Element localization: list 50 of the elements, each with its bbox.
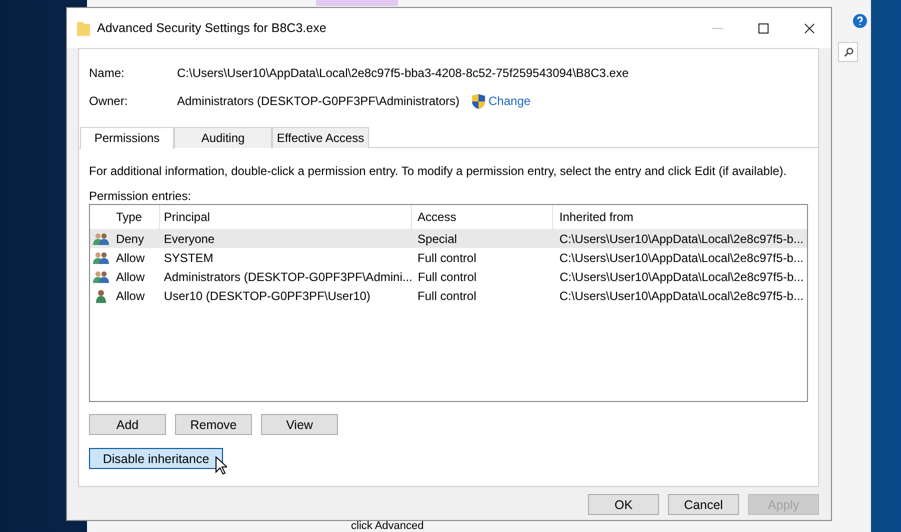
- info-text: For additional information, double-click a permission entry. To modify a permission entry, select the entry and click Edit (if available).: [89, 164, 788, 180]
- table-cell-text: Full control: [416, 250, 478, 264]
- name-label: Name:: [89, 66, 126, 80]
- table-cell-text: C:\Users\User10\AppData\Local\2e8c97f5-b...: [558, 288, 804, 302]
- window-title: Advanced Security Settings for B8C3.exe: [97, 21, 328, 35]
- permission-row[interactable]: Deny Everyone Special C:\Users\User10\AppData\Local\2e8c97f5-b...: [90, 229, 807, 248]
- table-cell-text: Allow: [114, 250, 146, 264]
- entry-button[interactable]: View: [261, 414, 338, 435]
- entries-label: Permission entries:: [89, 189, 192, 204]
- users-icon: [92, 270, 109, 284]
- shield-icon: [472, 94, 485, 108]
- table-cell-text: Administrators (DESKTOP-G0PF3PF\Admini...: [162, 270, 412, 284]
- name-value: C:\Users\User10\AppData\Local\2e8c97f5-bba3-4208-8c52-75f259543094\B8C3.exe: [177, 66, 629, 80]
- search-button[interactable]: [838, 42, 858, 62]
- tab[interactable]: Permissions: [80, 127, 174, 149]
- table-cell-text: C:\Users\User10\AppData\Local\2e8c97f5-b...: [558, 250, 804, 264]
- users-icon: [92, 232, 109, 246]
- close-icon[interactable]: [804, 22, 815, 34]
- column-header[interactable]: Inherited from: [553, 205, 807, 229]
- table-cell-text: Full control: [416, 288, 478, 302]
- maximize-icon[interactable]: [758, 22, 769, 34]
- table-cell-text: Allow: [114, 288, 146, 302]
- owner-label: Owner:: [89, 94, 129, 108]
- tab[interactable]: Effective Access: [272, 127, 369, 148]
- owner-value: Administrators (DESKTOP-G0PF3PF\Administrators): [177, 94, 460, 108]
- folder-icon: [77, 20, 90, 36]
- change-link[interactable]: Change: [488, 94, 531, 108]
- table-cell-text: Full control: [416, 270, 478, 284]
- dialog-button[interactable]: Cancel: [668, 494, 739, 515]
- disable-inheritance-button[interactable]: Disable inheritance: [89, 448, 223, 469]
- search-icon: [843, 47, 854, 58]
- cursor-icon: [215, 456, 227, 475]
- permission-row[interactable]: Allow User10 (DESKTOP-G0PF3PF\User10) Full control C:\Users\User10\AppData\Local\2e8c97f5-b...: [90, 286, 807, 305]
- help-icon[interactable]: [853, 14, 867, 28]
- entry-button[interactable]: Add: [89, 414, 166, 435]
- table-cell-text: C:\Users\User10\AppData\Local\2e8c97f5-b...: [558, 270, 805, 284]
- table-cell-text: Everyone: [162, 232, 216, 246]
- table-cell-text: C:\Users\User10\AppData\Local\2e8c97f5-b...: [558, 232, 804, 246]
- table-cell-text: Special: [416, 232, 458, 246]
- table-cell-text: User10 (DESKTOP-G0PF3PF\User10): [162, 288, 372, 302]
- users-icon: [92, 250, 109, 264]
- table-cell-text: SYSTEM: [162, 250, 214, 264]
- table-cell-text: Deny: [114, 232, 145, 246]
- permission-row[interactable]: Allow Administrators (DESKTOP-G0PF3PF\Admini... Full control C:\Users\User10\AppData\Local\2e8c97f5-b...: [90, 267, 807, 286]
- tab[interactable]: Auditing: [174, 127, 272, 148]
- table-cell-text: Allow: [114, 270, 146, 284]
- entry-button[interactable]: Remove: [175, 414, 252, 435]
- hint-text: click Advanced: [351, 521, 424, 532]
- dialog-button[interactable]: OK: [588, 494, 659, 515]
- permission-row[interactable]: Allow SYSTEM Full control C:\Users\User10\AppData\Local\2e8c97f5-b...: [90, 248, 807, 267]
